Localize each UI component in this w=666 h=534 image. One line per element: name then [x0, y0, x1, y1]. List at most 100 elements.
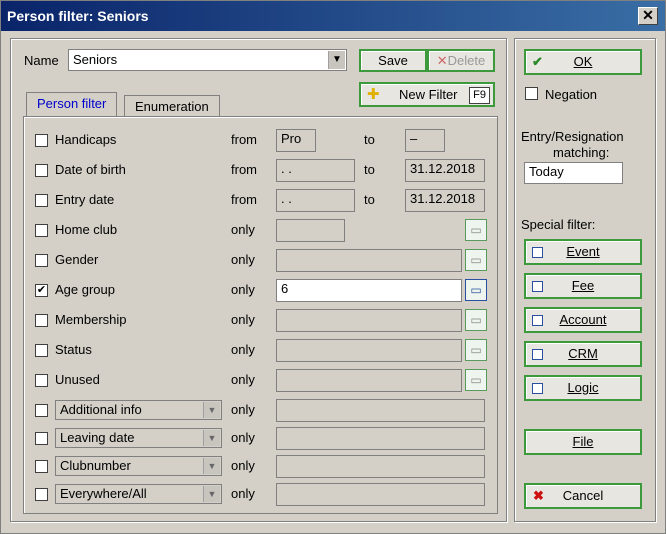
row-mode: only: [231, 372, 255, 387]
cancel-label: Cancel: [562, 488, 604, 503]
ok-label: OK: [573, 54, 593, 69]
window-title: Person filter: Seniors: [7, 8, 149, 24]
row-field-select[interactable]: Everywhere/All ▼: [55, 484, 222, 504]
tab-enumeration[interactable]: Enumeration: [124, 95, 220, 117]
row-checkbox[interactable]: [35, 374, 48, 387]
list-picker-icon[interactable]: ▭: [465, 279, 487, 301]
plus-icon: ✚: [367, 86, 380, 103]
cancel-button[interactable]: ✖ Cancel: [524, 483, 642, 509]
row-checkbox[interactable]: [35, 314, 48, 327]
row-checkbox[interactable]: [35, 134, 48, 147]
special-filter-button[interactable]: CRM: [524, 341, 642, 367]
row-field-select[interactable]: Clubnumber ▼: [55, 456, 222, 476]
chevron-down-icon[interactable]: ▼: [203, 486, 220, 502]
special-filter-label: Fee: [571, 278, 595, 293]
special-filter-button[interactable]: Fee: [524, 273, 642, 299]
row-value-input[interactable]: [276, 399, 485, 422]
row-to-input[interactable]: 31.12.2018: [405, 159, 485, 182]
row-from-input[interactable]: . .: [276, 189, 355, 212]
row-label: Gender: [55, 252, 99, 267]
save-button[interactable]: Save: [359, 49, 427, 72]
row-to-input[interactable]: 31.12.2018: [405, 189, 485, 212]
row-value-input[interactable]: [276, 455, 485, 478]
matching-input[interactable]: Today: [524, 162, 623, 184]
row-field-value: Clubnumber: [60, 458, 131, 473]
name-select[interactable]: Seniors ▼: [68, 49, 347, 71]
list-picker-icon[interactable]: ▭: [465, 309, 487, 331]
special-filter-label: Logic: [567, 380, 599, 395]
row-field-value: Additional info: [60, 402, 142, 417]
matching-label-2: matching:: [553, 145, 610, 160]
row-field-select[interactable]: Additional info ▼: [55, 400, 222, 420]
row-mode: from: [231, 192, 257, 207]
special-filter-button[interactable]: Account: [524, 307, 642, 333]
row-value-input[interactable]: [276, 249, 462, 272]
row-checkbox[interactable]: [35, 254, 48, 267]
row-mode: only: [231, 458, 255, 473]
special-filter-button[interactable]: Event: [524, 239, 642, 265]
row-checkbox[interactable]: [35, 460, 48, 473]
row-value-input[interactable]: [276, 369, 462, 392]
checkbox-icon: [532, 281, 543, 292]
row-label: Home club: [55, 222, 118, 237]
row-value-input[interactable]: [276, 483, 485, 506]
chevron-down-icon[interactable]: ▼: [203, 458, 220, 474]
row-to-label: to: [364, 162, 375, 177]
row-checkbox[interactable]: [35, 432, 48, 445]
special-filter-button[interactable]: Logic: [524, 375, 642, 401]
row-label: Date of birth: [55, 162, 126, 177]
row-value-input[interactable]: [276, 339, 462, 362]
row-checkbox[interactable]: [35, 344, 48, 357]
new-filter-button[interactable]: ✚ New Filter F9: [359, 82, 495, 107]
title-bar: Person filter: Seniors ✕: [1, 1, 665, 31]
chevron-down-icon[interactable]: ▼: [203, 430, 220, 446]
name-select-value: Seniors: [73, 52, 118, 67]
cancel-x-icon: ✖: [533, 488, 544, 503]
row-value-input[interactable]: 6: [276, 279, 462, 302]
row-value-input[interactable]: [276, 427, 485, 450]
check-icon: ✔: [532, 54, 543, 69]
file-button[interactable]: File: [524, 429, 642, 455]
row-mode: only: [231, 252, 255, 267]
negation-label: Negation: [545, 87, 598, 102]
row-mode: only: [231, 402, 255, 417]
row-field-select[interactable]: Leaving date ▼: [55, 428, 222, 448]
row-checkbox[interactable]: [35, 164, 48, 177]
dialog-window: Person filter: Seniors ✕ Name Seniors ▼ …: [0, 0, 666, 534]
row-to-input[interactable]: –: [405, 129, 445, 152]
row-value-input[interactable]: [276, 219, 345, 242]
checkbox-icon: [532, 383, 543, 394]
ok-button[interactable]: ✔ OK: [524, 49, 642, 75]
negation-checkbox[interactable]: [525, 87, 538, 100]
row-value-input[interactable]: [276, 309, 462, 332]
row-mode: only: [231, 342, 255, 357]
special-filter-label: Event: [566, 244, 600, 259]
special-filter-label: Special filter:: [521, 217, 596, 232]
row-checkbox[interactable]: [35, 404, 48, 417]
chevron-down-icon[interactable]: ▼: [328, 51, 345, 69]
row-mode: from: [231, 162, 257, 177]
row-label: Unused: [55, 372, 100, 387]
row-label: Handicaps: [55, 132, 117, 147]
row-from-input[interactable]: Pro: [276, 129, 316, 152]
row-from-input[interactable]: . .: [276, 159, 355, 182]
row-label: Entry date: [55, 192, 115, 207]
list-picker-icon[interactable]: ▭: [465, 219, 487, 241]
list-picker-icon[interactable]: ▭: [465, 339, 487, 361]
delete-x-icon: ✕: [436, 53, 448, 68]
delete-button[interactable]: ✕Delete: [427, 49, 495, 72]
shortcut-badge: F9: [469, 87, 490, 104]
row-checkbox[interactable]: [35, 194, 48, 207]
chevron-down-icon[interactable]: ▼: [203, 402, 220, 418]
checkbox-icon: [532, 315, 543, 326]
list-picker-icon[interactable]: ▭: [465, 249, 487, 271]
list-picker-icon[interactable]: ▭: [465, 369, 487, 391]
tab-person-filter[interactable]: Person filter: [26, 92, 118, 117]
row-mode: only: [231, 312, 255, 327]
row-mode: only: [231, 222, 255, 237]
row-checkbox[interactable]: [35, 488, 48, 501]
close-button[interactable]: ✕: [638, 7, 658, 25]
row-field-value: Leaving date: [60, 430, 135, 445]
row-checkbox[interactable]: ✔: [35, 284, 48, 297]
row-checkbox[interactable]: [35, 224, 48, 237]
